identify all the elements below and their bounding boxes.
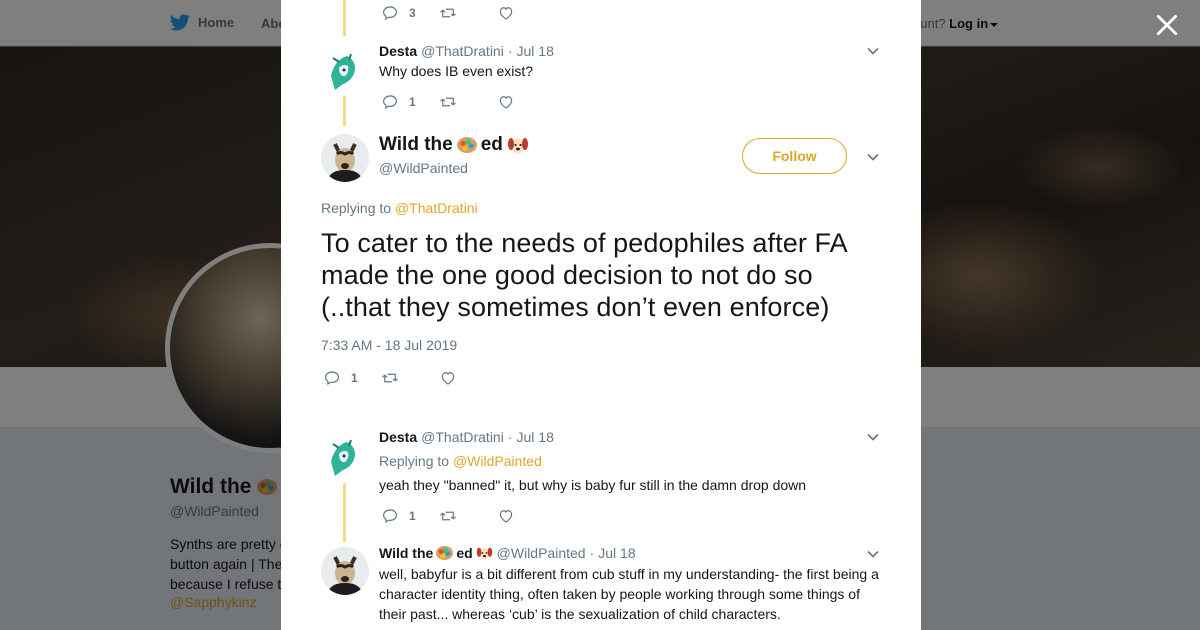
tweet-header: Wild the ed @WildPainted · Jul 18 [379,545,636,561]
thread-line [343,96,346,126]
reply-count: 3 [409,6,416,20]
heart-icon [499,7,513,20]
avatar[interactable] [321,432,369,480]
main-author-handle[interactable]: @WildPainted [379,160,468,176]
reply-button[interactable]: 1 [323,369,381,387]
reply-button[interactable]: 3 [381,4,439,22]
thread-line [343,0,346,36]
replying-to-line: Replying to @WildPainted [379,453,542,469]
reply-count: 1 [409,509,416,523]
tweet-actions: 1 [381,93,555,111]
follow-button[interactable]: Follow [742,138,847,174]
retweet-icon [440,511,456,521]
dog-emoji-icon [476,547,492,560]
chevron-down-icon[interactable] [866,44,880,58]
chevron-down-icon[interactable] [866,430,880,444]
author-name[interactable]: Wild the ed [379,545,493,561]
chevron-down-icon[interactable] [866,547,880,561]
tweet-text: Why does IB even exist? [379,63,534,79]
retweet-icon [440,8,456,18]
tweet-actions: 1 [381,507,555,525]
heart-icon [499,510,513,523]
tweet-header: Desta @ThatDratini · Jul 18 [379,43,554,59]
chevron-down-icon[interactable] [866,150,880,164]
like-button[interactable] [439,369,497,387]
tweet-timestamp[interactable]: 7:33 AM - 18 Jul 2019 [321,337,457,353]
reply-icon [383,6,397,21]
retweet-button[interactable] [439,4,497,22]
retweet-icon [382,373,398,383]
tweet-date[interactable]: Jul 18 [517,429,554,445]
reply-button[interactable]: 1 [381,93,439,111]
heart-icon [499,96,513,109]
tweet-actions: 3 [381,4,555,22]
retweet-button[interactable] [381,369,439,387]
reply-icon [325,371,339,386]
tweet-date[interactable]: Jul 18 [517,43,554,59]
dragon-avatar-image [321,432,369,480]
dragon-avatar-image [321,46,369,94]
replying-to-line: Replying to @ThatDratini [321,200,478,216]
reply-button[interactable]: 1 [381,507,439,525]
avatar[interactable] [321,134,369,182]
tweet-date[interactable]: Jul 18 [598,545,635,561]
tweet-text: yeah they "banned" it, but why is baby f… [379,477,807,493]
replying-to-link[interactable]: @WildPainted [453,453,542,469]
palette-emoji-icon [456,137,477,153]
painted-dog-avatar-image [321,134,369,182]
tweet-actions: 1 [323,369,497,387]
reply-count: 1 [409,95,416,109]
reply-count: 1 [351,371,358,385]
heart-icon [441,372,455,385]
thread-line [343,483,346,542]
like-button[interactable] [497,4,555,22]
separator-dot: · [507,43,513,59]
reply-icon [383,509,397,524]
separator-dot: · [589,545,595,561]
palette-emoji-icon [436,546,454,560]
tweet-header: Desta @ThatDratini · Jul 18 [379,429,554,445]
author-handle[interactable]: @WildPainted [497,545,586,561]
author-handle[interactable]: @ThatDratini [421,429,504,445]
retweet-button[interactable] [439,507,497,525]
like-button[interactable] [497,93,555,111]
close-icon[interactable] [1154,12,1180,38]
tweet-text: well, babyfur is a bit different from cu… [379,566,879,622]
tweet-permalink-modal: 3 Desta @ThatDratini · Jul 18 Why does I… [281,0,921,630]
separator-dot: · [507,429,513,445]
replying-to-link[interactable]: @ThatDratini [395,200,478,216]
avatar[interactable] [321,547,369,595]
painted-dog-avatar-image [321,547,369,595]
retweet-button[interactable] [439,93,497,111]
like-button[interactable] [497,507,555,525]
avatar[interactable] [321,46,369,94]
main-author-name[interactable]: Wild the ed [379,134,529,156]
author-name[interactable]: Desta [379,43,417,59]
main-tweet-text: To cater to the needs of pedophiles afte… [321,228,847,322]
retweet-icon [440,97,456,107]
author-handle[interactable]: @ThatDratini [421,43,504,59]
dog-emoji-icon [507,138,528,154]
reply-icon [383,95,397,110]
author-name[interactable]: Desta [379,429,417,445]
